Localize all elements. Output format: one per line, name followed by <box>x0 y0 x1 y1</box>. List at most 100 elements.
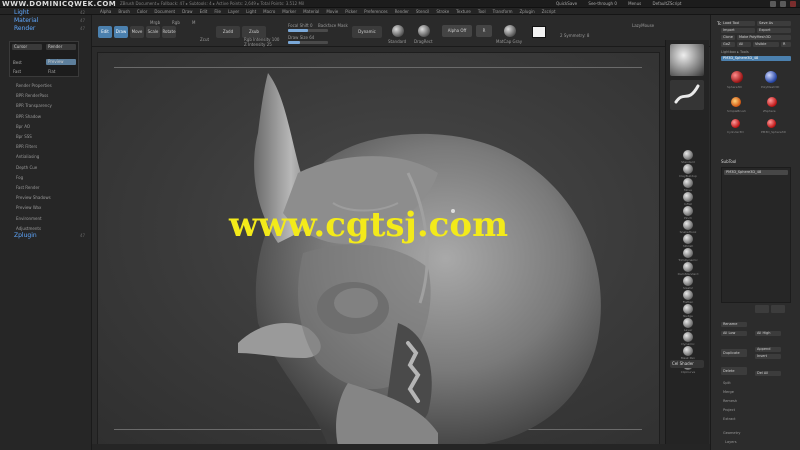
render-sub-depth-cue[interactable]: Depth Cue <box>16 165 37 170</box>
render-sub-bpr-ao[interactable]: Bpr AO <box>16 124 30 129</box>
brush-icon[interactable] <box>392 25 404 37</box>
menu-material[interactable]: Material <box>14 17 38 24</box>
list-up-button[interactable] <box>755 305 769 313</box>
z-intensity-label[interactable]: Z Intensity 25 <box>244 42 272 47</box>
brush-slash2-icon[interactable] <box>683 276 693 286</box>
render-sub-bpr-sss[interactable]: Bpr SSS <box>16 134 32 139</box>
document-canvas[interactable]: www.cgtsj.com <box>97 52 661 446</box>
brush-damstandard-icon[interactable] <box>683 262 693 272</box>
menu-draw[interactable]: Draw <box>182 9 192 14</box>
section-remesh[interactable]: Remesh <box>723 399 737 403</box>
current-tool-name[interactable]: PM3D_Sphere3D_48 <box>721 56 791 61</box>
menu-marker[interactable]: Marker <box>282 9 296 14</box>
subtool-header[interactable]: SubTool <box>721 159 736 164</box>
tool-cylinder-icon[interactable] <box>731 119 740 128</box>
tool-pm3d-icon[interactable] <box>767 119 776 128</box>
quicksave-button[interactable]: QuickSave <box>556 1 577 6</box>
menu-file[interactable]: File <box>214 9 221 14</box>
make-polymesh-button[interactable]: Make PolyMesh3D <box>737 35 791 40</box>
color-swatch[interactable] <box>532 26 546 38</box>
zadd-button[interactable]: Zadd <box>216 26 240 38</box>
menu-layer[interactable]: Layer <box>228 9 239 14</box>
draw-button[interactable]: Draw <box>114 26 128 38</box>
menu-light[interactable]: Light <box>246 9 256 14</box>
best-render-option[interactable]: Best <box>13 60 22 65</box>
menu-zplugin[interactable]: Zplugin <box>520 9 535 14</box>
section-extract[interactable]: Extract <box>723 417 736 421</box>
sculpt-model[interactable] <box>98 53 661 446</box>
material-icon[interactable] <box>504 25 516 37</box>
brush-layer-icon[interactable] <box>683 318 693 328</box>
symmetry-label[interactable]: 2 Symmetry: 8 <box>560 33 589 38</box>
brush-inflat-icon[interactable] <box>683 192 693 202</box>
save-as-button[interactable]: Save As <box>757 21 791 26</box>
brush-flatten-icon[interactable] <box>683 290 693 300</box>
render-button[interactable]: Render <box>46 44 76 50</box>
render-sub-bpr-renderpass[interactable]: BPR RenderPass <box>16 93 48 98</box>
m-toggle[interactable]: M <box>192 20 195 25</box>
minimize-button[interactable] <box>770 1 776 7</box>
menu-texture[interactable]: Texture <box>456 9 471 14</box>
move-button[interactable]: Move <box>130 26 144 38</box>
render-sub-preview-shadows[interactable]: Preview Shadows <box>16 195 51 200</box>
section-split[interactable]: Split <box>723 381 731 385</box>
render-sub-adjustments[interactable]: Adjustments <box>16 226 41 231</box>
render-sub-preview-wax[interactable]: Preview Wax <box>16 205 41 210</box>
rename-button[interactable]: Rename <box>721 322 747 327</box>
draw-size-slider[interactable] <box>288 41 328 44</box>
menu-tool[interactable]: Tool <box>478 9 486 14</box>
import-button[interactable]: Import <box>721 28 755 33</box>
close-button[interactable] <box>790 1 796 7</box>
lightbox-tools-label[interactable]: Lightbox ▸ Tools <box>721 50 749 54</box>
current-brush-preview[interactable] <box>670 44 704 76</box>
all-high-button[interactable]: All High <box>755 331 781 336</box>
focal-shift-slider[interactable] <box>288 29 328 32</box>
menu-stencil[interactable]: Stencil <box>416 9 430 14</box>
texture-slot[interactable]: R <box>476 25 492 37</box>
brush-pinch-icon[interactable] <box>683 206 693 216</box>
menu-brush[interactable]: Brush <box>118 9 130 14</box>
alpha-slot[interactable]: Alpha Off <box>442 25 472 37</box>
menu-macro[interactable]: Macro <box>263 9 275 14</box>
list-down-button[interactable] <box>771 305 785 313</box>
all-low-button[interactable]: All Low <box>721 331 747 336</box>
stroke-icon[interactable] <box>418 25 430 37</box>
menu-zscript[interactable]: Zscript <box>542 9 556 14</box>
backface-mask-label[interactable]: Backface Mask <box>318 23 348 28</box>
edit-button[interactable]: Edit <box>98 26 112 38</box>
menu-preferences[interactable]: Preferences <box>364 9 388 14</box>
tool-simplebrush-icon[interactable] <box>731 97 741 107</box>
visible-button[interactable]: Visible <box>753 42 779 47</box>
menu-movie[interactable]: Movie <box>326 9 338 14</box>
geometry-section[interactable]: Geometry <box>723 431 740 435</box>
default-zscript-button[interactable]: DefaultZScript <box>653 1 682 6</box>
layers-section[interactable]: Layers <box>725 440 737 444</box>
render-sub-bpr-filters[interactable]: BPR Filters <box>16 144 37 149</box>
render-sub-bpr-shadow[interactable]: BPR Shadow <box>16 114 41 119</box>
render-sub-fog[interactable]: Fog <box>16 175 23 180</box>
brush-nudge-icon[interactable] <box>683 304 693 314</box>
brush-trimdynamic-icon[interactable] <box>683 248 693 258</box>
menu-color[interactable]: Color <box>137 9 147 14</box>
tool-polymesh-icon[interactable] <box>765 71 777 83</box>
subtool-item[interactable]: PM3D_Sphere3D_48 <box>724 170 788 175</box>
brush-dynamic-icon[interactable] <box>683 332 693 342</box>
cel-shader-button[interactable]: Cel Shader <box>670 360 704 368</box>
menu-stroke[interactable]: Stroke <box>436 9 449 14</box>
insert-button[interactable]: Insert <box>755 354 781 359</box>
flat-render-option[interactable]: Flat <box>48 69 55 74</box>
menu-alpha[interactable]: Alpha <box>100 9 111 14</box>
tool-sphere3d-icon[interactable] <box>731 71 743 83</box>
menus-button[interactable]: Menus <box>628 1 641 6</box>
render-sub-bpr-transparency[interactable]: BPR Transparency <box>16 103 52 108</box>
zcut-toggle[interactable]: Zcut <box>200 37 209 42</box>
focal-shift-label[interactable]: Focal Shift 0 <box>288 23 313 28</box>
dynamic-button[interactable]: Dynamic <box>352 26 382 38</box>
append-button[interactable]: Append <box>755 347 781 352</box>
scale-button[interactable]: Scale <box>146 26 160 38</box>
brush-hpolish-icon[interactable] <box>683 234 693 244</box>
preview-render-option[interactable]: Preview <box>46 59 76 65</box>
all-button[interactable]: All <box>737 42 751 47</box>
see-through-slider[interactable]: See-through 0 <box>588 1 616 6</box>
current-stroke-preview[interactable] <box>670 80 704 110</box>
